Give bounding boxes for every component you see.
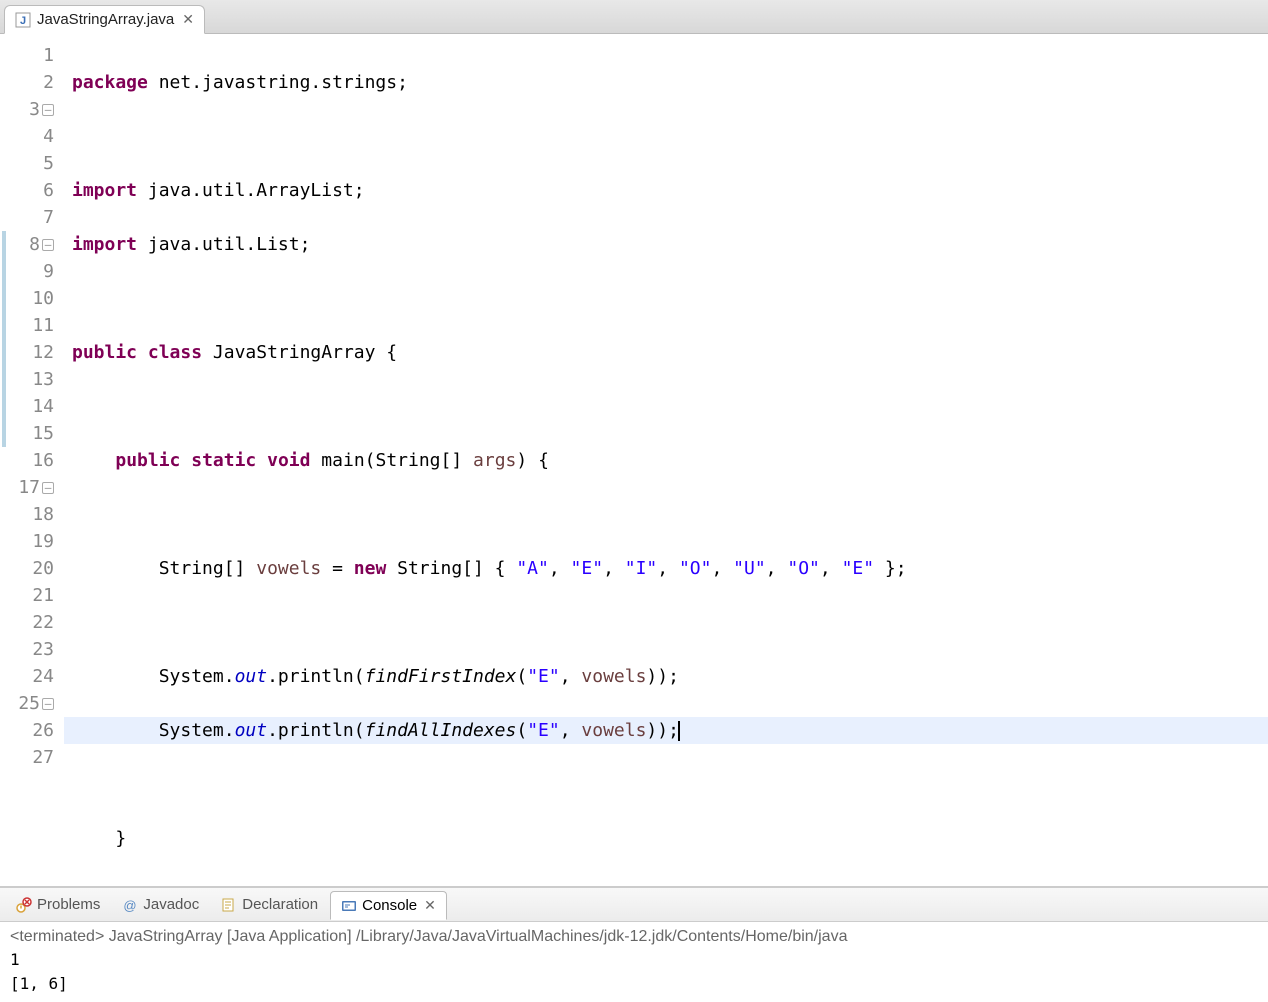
- text-cursor: [678, 721, 680, 741]
- java-file-icon: J: [15, 12, 31, 28]
- console-body[interactable]: <terminated> JavaStringArray [Java Appli…: [0, 922, 1268, 1002]
- tab-declaration[interactable]: Declaration: [211, 891, 328, 918]
- tab-label: Console: [362, 897, 417, 914]
- svg-text:@: @: [124, 898, 137, 913]
- fold-icon[interactable]: –: [42, 482, 54, 494]
- fold-icon[interactable]: –: [42, 239, 54, 251]
- close-icon[interactable]: ✕: [424, 897, 436, 914]
- editor-tab[interactable]: J JavaStringArray.java ✕: [4, 5, 205, 34]
- tab-javadoc[interactable]: @ Javadoc: [112, 891, 209, 918]
- close-icon[interactable]: ✕: [182, 11, 194, 28]
- tab-problems[interactable]: Problems: [6, 891, 110, 918]
- line-number-gutter: 1 2 3– 4 5 6 7 8– 9 10 11 12 13 14 15 16…: [0, 34, 64, 886]
- bottom-views-panel: Problems @ Javadoc Declaration Console ✕: [0, 887, 1268, 1002]
- javadoc-icon: @: [122, 897, 138, 913]
- console-output-line: 1: [10, 948, 1258, 972]
- tab-label: Declaration: [242, 896, 318, 913]
- change-marker: [2, 231, 6, 447]
- code-editor[interactable]: 1 2 3– 4 5 6 7 8– 9 10 11 12 13 14 15 16…: [0, 34, 1268, 887]
- declaration-icon: [221, 897, 237, 913]
- code-content[interactable]: package net.javastring.strings; import j…: [64, 34, 1268, 886]
- tab-label: Problems: [37, 896, 100, 913]
- tab-filename: JavaStringArray.java: [37, 11, 174, 28]
- console-icon: [341, 898, 357, 914]
- fold-icon[interactable]: –: [42, 104, 54, 116]
- tab-label: Javadoc: [143, 896, 199, 913]
- console-output-line: [1, 6]: [10, 972, 1258, 996]
- editor-tab-bar: J JavaStringArray.java ✕: [0, 0, 1268, 34]
- console-launch-info: <terminated> JavaStringArray [Java Appli…: [10, 928, 1258, 946]
- tab-console[interactable]: Console ✕: [330, 891, 447, 920]
- svg-text:J: J: [20, 15, 26, 27]
- fold-icon[interactable]: –: [42, 698, 54, 710]
- views-tab-bar: Problems @ Javadoc Declaration Console ✕: [0, 888, 1268, 922]
- problems-icon: [16, 897, 32, 913]
